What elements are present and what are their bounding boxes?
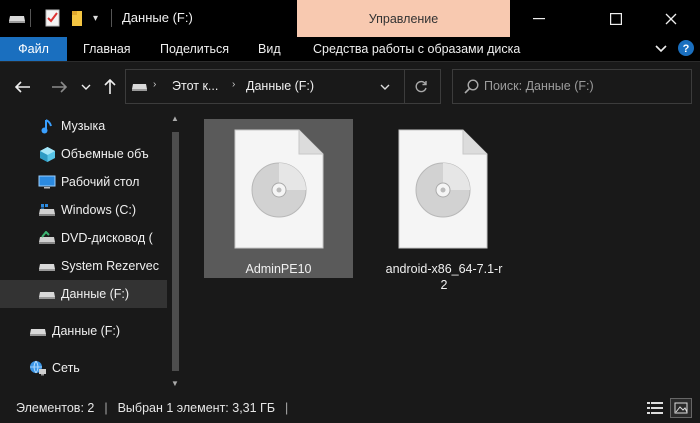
- sidebar-item-label: Windows (C:): [61, 203, 137, 217]
- disc-image-file-icon: [233, 128, 325, 253]
- file-name-line2: 2: [440, 278, 448, 292]
- sidebar-item-label: Сеть: [52, 361, 80, 375]
- 3d-objects-icon: [37, 146, 57, 162]
- scroll-down-icon[interactable]: ▼: [171, 379, 179, 388]
- drive-icon: [8, 9, 26, 27]
- search-icon: [464, 79, 479, 97]
- sidebar-item-music[interactable]: Музыка: [0, 112, 168, 140]
- status-bar: Элементов: 2 | Выбран 1 элемент: 3,31 ГБ…: [0, 392, 700, 423]
- close-button[interactable]: [648, 0, 694, 37]
- sidebar-item-label: Данные (F:): [52, 324, 121, 338]
- svg-text:?: ?: [683, 43, 690, 55]
- help-icon: ?: [678, 40, 694, 56]
- sidebar-item-system-reserved[interactable]: System Rezervec: [0, 252, 168, 280]
- dvd-drive-icon: [37, 230, 57, 246]
- large-icons-view-icon: [674, 402, 688, 414]
- sidebar-item-label: Объемные объ: [61, 147, 149, 161]
- desktop-icon: [37, 174, 57, 190]
- help-button[interactable]: ?: [677, 39, 695, 57]
- status-separator: |: [104, 400, 108, 415]
- quick-access-dropdown-icon[interactable]: ▾: [93, 9, 98, 27]
- status-separator: |: [285, 400, 289, 415]
- file-name: AdminPE10: [245, 262, 312, 276]
- sidebar-item-3d-objects[interactable]: Объемные объ: [0, 140, 168, 168]
- sidebar-item-network[interactable]: Сеть: [0, 354, 168, 382]
- sidebar-item-data-f-selected[interactable]: Данные (F:): [0, 280, 168, 308]
- arrow-up-icon: [104, 79, 116, 94]
- details-view-icon: [647, 402, 663, 414]
- tab-manage[interactable]: Управление: [297, 0, 510, 37]
- arrow-right-icon: [52, 81, 67, 93]
- status-selection: Выбран 1 элемент: 3,31 ГБ: [117, 400, 276, 415]
- window-title: Данные (F:): [122, 10, 193, 25]
- windows-drive-icon: [37, 202, 57, 218]
- maximize-icon: [610, 12, 622, 25]
- new-folder-icon[interactable]: [70, 9, 86, 27]
- refresh-button[interactable]: [412, 78, 430, 96]
- search-placeholder: Поиск: Данные (F:): [484, 79, 594, 93]
- maximize-button[interactable]: [593, 0, 639, 37]
- status-item-count: Элементов: 2: [16, 400, 95, 415]
- sidebar-item-label: Данные (F:): [61, 287, 130, 301]
- properties-icon[interactable]: [45, 9, 61, 27]
- breadcrumb-current[interactable]: Данные (F:): [246, 79, 314, 93]
- divider: [30, 9, 31, 27]
- tab-home[interactable]: Главная: [83, 37, 131, 61]
- drive-icon: [131, 80, 148, 95]
- sidebar-item-label: System Rezervec: [61, 259, 159, 273]
- tab-share[interactable]: Поделиться: [160, 37, 229, 61]
- sidebar-item-desktop[interactable]: Рабочий стол: [0, 168, 168, 196]
- music-note-icon: [37, 118, 57, 134]
- scrollbar-thumb[interactable]: [172, 132, 179, 371]
- tab-file[interactable]: Файл: [0, 37, 67, 61]
- tab-view[interactable]: Вид: [258, 37, 281, 61]
- close-icon: [665, 13, 677, 24]
- drive-icon: [37, 286, 57, 302]
- sidebar-item-label: DVD-дисковод (: [61, 231, 153, 245]
- arrow-left-icon: [15, 81, 30, 93]
- sidebar-item-dvd[interactable]: DVD-дисковод (: [0, 224, 168, 252]
- sidebar-item-windows-c[interactable]: Windows (C:): [0, 196, 168, 224]
- chevron-down-icon: [655, 45, 667, 53]
- sidebar-item-label: Музыка: [61, 119, 106, 133]
- forward-button[interactable]: [48, 74, 70, 100]
- chevron-down-icon: [380, 84, 390, 90]
- tab-disc-image-tools[interactable]: Средства работы с образами диска: [313, 37, 520, 61]
- large-icons-view-button[interactable]: [670, 398, 692, 418]
- drive-icon: [28, 323, 48, 339]
- breadcrumb-this-pc[interactable]: Этот к...: [172, 79, 218, 93]
- details-view-button[interactable]: [646, 400, 664, 416]
- minimize-button[interactable]: [516, 0, 562, 37]
- breadcrumb-separator-icon: ›: [153, 79, 157, 90]
- refresh-icon: [415, 80, 427, 93]
- sidebar-item-label: Рабочий стол: [61, 175, 140, 189]
- divider: [404, 69, 405, 104]
- up-button[interactable]: [100, 74, 120, 100]
- breadcrumb-separator-icon: ›: [232, 79, 236, 90]
- recent-locations-button[interactable]: [79, 74, 93, 100]
- ribbon-expand-button[interactable]: [653, 41, 669, 57]
- address-dropdown-button[interactable]: [377, 80, 393, 94]
- minimize-icon: [533, 17, 545, 19]
- scroll-up-icon[interactable]: ▲: [171, 114, 179, 123]
- file-name: android-x86_64-7.1-r: [385, 262, 503, 276]
- back-button[interactable]: [12, 74, 34, 100]
- divider: [111, 9, 112, 27]
- disc-image-file-icon: [397, 128, 489, 253]
- network-icon: [28, 360, 48, 376]
- sidebar-item-data-f[interactable]: Данные (F:): [0, 317, 168, 345]
- file-item-android-x86[interactable]: android-x86_64-7.1-r 2: [370, 261, 518, 293]
- drive-icon: [37, 258, 57, 274]
- chevron-down-icon: [81, 84, 91, 90]
